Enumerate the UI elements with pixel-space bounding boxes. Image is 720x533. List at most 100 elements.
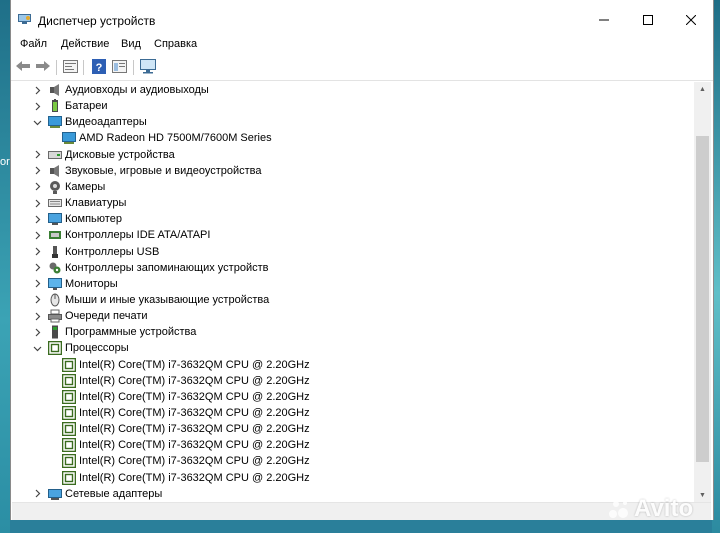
tree-item-label: Intel(R) Core(TM) i7-3632QM CPU @ 2.20GH… [79, 423, 310, 436]
chevron-right-icon[interactable] [32, 486, 42, 502]
chevron-right-icon[interactable] [32, 195, 42, 211]
device-manager-icon [18, 14, 31, 25]
properties-button[interactable] [62, 59, 79, 76]
menu-view[interactable]: Вид [121, 38, 141, 50]
tree-category-item[interactable]: Контроллеры IDE ATA/ATAPI [32, 227, 210, 243]
chevron-right-icon[interactable] [32, 276, 42, 292]
toolbar-separator [133, 60, 134, 75]
tree-category-item[interactable]: Батареи [32, 98, 108, 114]
processor-icon [62, 470, 76, 485]
chevron-down-icon[interactable] [32, 114, 42, 130]
tree-category-item[interactable]: Процессоры [32, 340, 129, 356]
tree-child-item[interactable]: Intel(R) Core(TM) i7-3632QM CPU @ 2.20GH… [46, 437, 310, 453]
tree-item-label: Видеоадаптеры [65, 116, 147, 129]
tree-item-label: Intel(R) Core(TM) i7-3632QM CPU @ 2.20GH… [79, 455, 310, 468]
processor-icon [62, 454, 76, 469]
tree-child-item[interactable]: Intel(R) Core(TM) i7-3632QM CPU @ 2.20GH… [46, 373, 310, 389]
menu-help[interactable]: Справка [154, 38, 197, 50]
tree-category-item[interactable]: Аудиовходы и аудиовыходы [32, 82, 209, 98]
maximize-button[interactable] [626, 6, 670, 34]
close-button[interactable] [669, 6, 713, 34]
tree-item-label: Клавиатуры [65, 197, 127, 210]
tree-item-label: Мыши и иные указывающие устройства [65, 293, 270, 306]
tree-item-label: Звуковые, игровые и видеоустройства [65, 164, 262, 177]
toolbar: ? [11, 54, 713, 81]
tree-category-item[interactable]: Контроллеры USB [32, 244, 159, 260]
tree-category-item[interactable]: Дисковые устройства [32, 147, 175, 163]
chevron-right-icon[interactable] [32, 227, 42, 243]
vertical-scrollbar[interactable]: ▲ ▼ [694, 82, 711, 502]
chevron-right-icon[interactable] [32, 324, 42, 340]
properties-icon [63, 59, 78, 76]
tree-category-item[interactable]: Мониторы [32, 276, 118, 292]
tree-item-label: Контроллеры IDE ATA/ATAPI [65, 229, 211, 242]
forward-arrow-icon [35, 60, 51, 75]
printer-icon [48, 309, 62, 323]
view-button[interactable] [111, 59, 128, 76]
tree-category-item[interactable]: Камеры [32, 179, 105, 195]
tree-category-item[interactable]: Сетевые адаптеры [32, 486, 162, 502]
avito-logo-icon [609, 501, 628, 518]
chevron-right-icon[interactable] [32, 260, 42, 276]
chevron-down-icon[interactable] [32, 340, 42, 356]
chevron-right-icon[interactable] [32, 244, 42, 260]
tree-item-label: Процессоры [65, 342, 129, 355]
tree-item-label: Intel(R) Core(TM) i7-3632QM CPU @ 2.20GH… [79, 358, 310, 371]
chevron-right-icon[interactable] [32, 179, 42, 195]
scrollbar-thumb[interactable] [696, 136, 709, 462]
tree-child-item[interactable]: Intel(R) Core(TM) i7-3632QM CPU @ 2.20GH… [46, 453, 310, 469]
tree-category-item[interactable]: Видеоадаптеры [32, 114, 147, 130]
network-adapter-icon [48, 487, 62, 501]
display-adapter-icon [48, 115, 62, 129]
processor-icon [48, 341, 62, 356]
chevron-right-icon[interactable] [32, 308, 42, 324]
tree-category-item[interactable]: Компьютер [32, 211, 122, 227]
tree-item-label: Дисковые устройства [65, 148, 175, 161]
menu-action[interactable]: Действие [61, 38, 109, 50]
horizontal-scrollbar[interactable] [12, 502, 711, 520]
help-button[interactable]: ? [90, 58, 107, 77]
tree-category-item[interactable]: Очереди печати [32, 308, 148, 324]
chevron-right-icon[interactable] [32, 147, 42, 163]
tree-item-label: Intel(R) Core(TM) i7-3632QM CPU @ 2.20GH… [79, 390, 310, 403]
tree-child-item[interactable]: Intel(R) Core(TM) i7-3632QM CPU @ 2.20GH… [46, 421, 310, 437]
chevron-right-icon[interactable] [32, 211, 42, 227]
scroll-up-icon[interactable]: ▲ [694, 82, 711, 96]
tree-child-item[interactable]: Intel(R) Core(TM) i7-3632QM CPU @ 2.20GH… [46, 389, 310, 405]
back-button[interactable] [14, 59, 31, 76]
menu-file[interactable]: Файл [20, 38, 47, 50]
processor-icon [62, 389, 76, 404]
computer-icon [48, 212, 62, 226]
maximize-icon [643, 15, 653, 25]
speaker-icon [48, 164, 62, 178]
menu-bar: Файл Действие Вид Справка [11, 34, 713, 54]
chevron-right-icon[interactable] [32, 98, 42, 114]
minimize-icon [599, 15, 609, 25]
tree-category-item[interactable]: Программные устройства [32, 324, 196, 340]
help-icon: ? [91, 58, 106, 77]
toolbar-separator [83, 60, 84, 75]
tree-child-item[interactable]: Intel(R) Core(TM) i7-3632QM CPU @ 2.20GH… [46, 357, 310, 373]
title-bar[interactable]: Диспетчер устройств [11, 0, 713, 34]
device-tree[interactable]: Аудиовходы и аудиовыходы Батареи Видеоадап… [12, 82, 693, 502]
tree-item-label: Мониторы [65, 277, 118, 290]
tree-child-item[interactable]: AMD Radeon HD 7500M/7600M Series [46, 130, 272, 146]
tree-category-item[interactable]: Контроллеры запоминающих устройств [32, 260, 268, 276]
keyboard-icon [48, 196, 62, 210]
chevron-right-icon[interactable] [32, 82, 42, 98]
minimize-button[interactable] [582, 6, 626, 34]
tree-category-item[interactable]: Звуковые, игровые и видеоустройства [32, 163, 262, 179]
display-adapter-icon [62, 131, 76, 145]
toolbar-separator [56, 60, 57, 75]
chevron-right-icon[interactable] [32, 163, 42, 179]
tree-category-item[interactable]: Клавиатуры [32, 195, 126, 211]
chevron-right-icon[interactable] [32, 292, 42, 308]
tree-category-item[interactable]: Мыши и иные указывающие устройства [32, 292, 269, 308]
scan-hardware-button[interactable] [139, 58, 156, 76]
disk-icon [48, 148, 62, 162]
processor-icon [62, 357, 76, 372]
tree-child-item[interactable]: Intel(R) Core(TM) i7-3632QM CPU @ 2.20GH… [46, 405, 310, 421]
tree-child-item[interactable]: Intel(R) Core(TM) i7-3632QM CPU @ 2.20GH… [46, 470, 310, 486]
camera-icon [48, 180, 62, 194]
forward-button[interactable] [34, 59, 51, 76]
